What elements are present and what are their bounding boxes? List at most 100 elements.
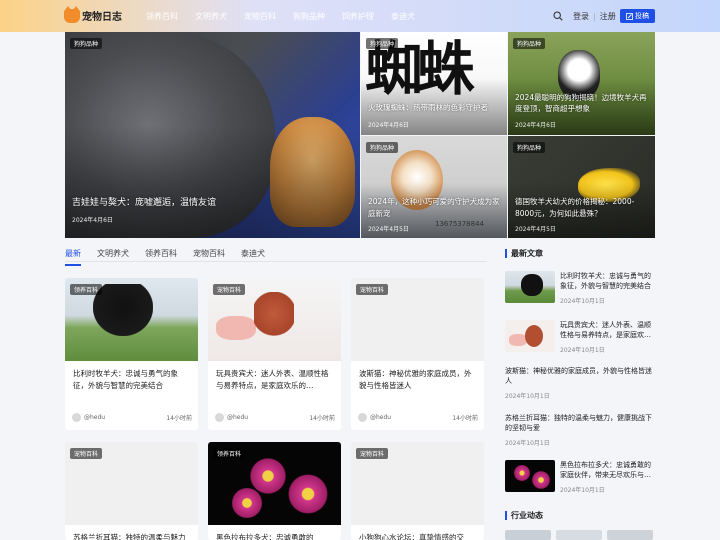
card-meta: @hedu 14小时前 <box>358 413 478 422</box>
sidebar-article-date: 2024年10月1日 <box>560 298 605 305</box>
hero-date: 2024年4月5日 <box>368 226 409 233</box>
industry-thumb[interactable] <box>607 530 653 540</box>
author-name[interactable]: @hedu <box>227 414 248 421</box>
flower-image <box>286 472 330 516</box>
cat-logo-icon <box>64 5 80 23</box>
category-badge[interactable]: 狗狗品种 <box>70 38 103 49</box>
site-logo[interactable]: 宠物日志 <box>64 5 122 23</box>
hero-title[interactable]: 吉娃娃与獒犬：庞嘘邂逅，温情友谊 <box>72 195 353 208</box>
card-image[interactable]: 领养百科 <box>65 278 198 361</box>
sidebar-article[interactable]: 苏格兰折耳猫：独特的温柔与魅力，健康挑战下的坚韧与爱 2024年10月1日 <box>505 413 655 447</box>
industry-thumb[interactable] <box>505 530 551 540</box>
author-name[interactable]: @hedu <box>370 414 391 421</box>
card-title[interactable]: 黑色拉布拉多犬：忠诚勇敢的 <box>216 532 334 540</box>
card-image[interactable]: 宠物百科 <box>351 278 484 361</box>
sidebar-thumb[interactable] <box>505 320 555 352</box>
card-image[interactable]: 领养百科 <box>208 442 341 525</box>
sidebar-article[interactable]: 波斯猫：神秘优雅的家庭成员，外貌与性格皆迷人 2024年10月1日 <box>505 366 655 400</box>
post-button[interactable]: 投稿 <box>620 9 655 23</box>
register-link[interactable]: 注册 <box>600 12 616 21</box>
avatar <box>72 413 81 422</box>
sidebar-thumb[interactable] <box>505 460 555 492</box>
tab-adopt[interactable]: 领养百科 <box>145 248 177 266</box>
site-header: 宠物日志 领养百科 文明养犬 宠物百科 狗狗品种 饲养护理 泰迪犬 登录 | 注册 … <box>0 0 720 32</box>
latest-articles-heading: 最新文章 <box>505 248 543 259</box>
hero-tile-spider[interactable]: 蜘蛛 狗狗品种 火玫瑰蜘蛛：热带雨林的色彩守护者 2024年4月6日 <box>361 32 507 135</box>
tab-divider <box>65 261 487 262</box>
sidebar-article[interactable]: 玩具贵宾犬：迷人外表、温顺性格与易养特点，是家庭欢… 2024年10月1日 <box>505 320 655 354</box>
sidebar-article[interactable]: 黑色拉布拉多犬：忠诚勇敢的家庭伙伴，带来无尽欢乐与… 2024年10月1日 <box>505 460 655 494</box>
nav-item-pet-wiki[interactable]: 宠物百科 <box>244 11 276 22</box>
nav-item-teddy[interactable]: 泰迪犬 <box>391 11 415 22</box>
category-badge[interactable]: 宠物百科 <box>70 448 103 459</box>
auth-separator: | <box>593 12 596 21</box>
nav-item-adopt[interactable]: 领养百科 <box>146 11 178 22</box>
search-icon[interactable] <box>553 11 563 21</box>
nav-item-breeds[interactable]: 狗狗品种 <box>293 11 325 22</box>
category-badge[interactable]: 宠物百科 <box>356 284 389 295</box>
article-card[interactable]: 领养百科 比利时牧羊犬：忠诚与勇气的象征，外貌与智慧的完美结合 @hedu 14小… <box>65 278 198 430</box>
category-badge[interactable]: 狗狗品种 <box>366 142 399 153</box>
tab-pet-wiki[interactable]: 宠物百科 <box>193 248 225 266</box>
author-name[interactable]: @hedu <box>84 414 105 421</box>
black-dog-image <box>521 274 543 296</box>
card-title[interactable]: 小狗狗心水论坛：真挚情感的交 <box>359 532 477 540</box>
login-link[interactable]: 登录 <box>573 12 589 21</box>
category-badge[interactable]: 宠物百科 <box>213 284 246 295</box>
hero-date: 2024年4月6日 <box>368 122 409 129</box>
tab-teddy[interactable]: 泰迪犬 <box>241 248 265 266</box>
card-title[interactable]: 波斯猫：神秘优雅的家庭成员，外貌与性格皆迷人 <box>359 368 477 392</box>
hero-title[interactable]: 火玫瑰蜘蛛：热带雨林的色彩守护者 <box>368 103 500 113</box>
article-card[interactable]: 领养百科 黑色拉布拉多犬：忠诚勇敢的 <box>208 442 341 540</box>
hero-date: 2024年4月6日 <box>515 122 556 129</box>
hero-title[interactable]: 德国牧羊犬幼犬的价格揭秘：2000-8000元，为何如此悬殊？ <box>515 196 648 220</box>
nav-item-civilized[interactable]: 文明养犬 <box>195 11 227 22</box>
sidebar-article-title[interactable]: 苏格兰折耳猫：独特的温柔与魅力，健康挑战下的坚韧与爱 <box>505 413 655 433</box>
article-card[interactable]: 宠物百科 玩具贵宾犬：迷人外表、温顺性格与易养特点，是家庭欢乐的… @hedu 1… <box>208 278 341 430</box>
article-card[interactable]: 宠物百科 苏格兰折耳猫：独特的温柔与魅力 <box>65 442 198 540</box>
edit-icon <box>626 12 633 20</box>
card-image[interactable]: 宠物百科 <box>65 442 198 525</box>
tab-civilized[interactable]: 文明养犬 <box>97 248 129 266</box>
sidebar-article[interactable]: 比利时牧羊犬：忠诚与勇气的象征，外貌与智慧的完美结合 2024年10月1日 <box>505 271 655 305</box>
flower-image <box>513 464 531 482</box>
sidebar-article-title[interactable]: 比利时牧羊犬：忠诚与勇气的象征，外貌与智慧的完美结合 <box>560 271 656 291</box>
card-title[interactable]: 玩具贵宾犬：迷人外表、温顺性格与易养特点，是家庭欢乐的… <box>216 368 334 392</box>
sidebar-article-date: 2024年10月1日 <box>560 487 605 494</box>
card-title[interactable]: 苏格兰折耳猫：独特的温柔与魅力 <box>73 532 191 540</box>
article-card[interactable]: 宠物百科 波斯猫：神秘优雅的家庭成员，外貌与性格皆迷人 @hedu 14小时前 <box>351 278 484 430</box>
flower-image <box>230 486 264 520</box>
category-badge[interactable]: 狗狗品种 <box>366 38 399 49</box>
hero-tile-border-collie[interactable]: 狗狗品种 2024最聪明的狗狗揭晓！边境牧羊犬再度登顶，智商超乎想象 2024年… <box>508 32 655 135</box>
category-badge[interactable]: 狗狗品种 <box>513 142 546 153</box>
category-badge[interactable]: 宠物百科 <box>356 448 389 459</box>
hero-tile-main[interactable]: 狗狗品种 吉娃娃与獒犬：庞嘘邂逅，温情友谊 2024年4月6日 <box>65 32 360 238</box>
sidebar-article-title[interactable]: 玩具贵宾犬：迷人外表、温顺性格与易养特点，是家庭欢… <box>560 320 656 340</box>
industry-news-heading: 行业动态 <box>505 510 543 521</box>
card-image[interactable]: 宠物百科 <box>208 278 341 361</box>
sidebar-thumb[interactable] <box>505 271 555 303</box>
industry-thumb[interactable] <box>556 530 602 540</box>
category-badge[interactable]: 领养百科 <box>213 448 246 459</box>
card-image[interactable]: 宠物百科 <box>351 442 484 525</box>
hero-title[interactable]: 2024最聪明的狗狗揭晓！边境牧羊犬再度登顶，智商超乎想象 <box>515 92 648 114</box>
post-time: 14小时前 <box>309 415 335 422</box>
sidebar-article-title[interactable]: 黑色拉布拉多犬：忠诚勇敢的家庭伙伴，带来无尽欢乐与… <box>560 460 656 480</box>
category-badge[interactable]: 领养百科 <box>70 284 103 295</box>
article-card[interactable]: 宠物百科 小狗狗心水论坛：真挚情感的交 <box>351 442 484 540</box>
poodle-image <box>525 325 543 347</box>
hero-tile-corgi[interactable]: 13675378844 狗狗品种 2024年，这种小巧可爱的守护犬成为家庭新宠 … <box>361 136 507 238</box>
tab-latest[interactable]: 最新 <box>65 248 81 266</box>
card-title[interactable]: 比利时牧羊犬：忠诚与勇气的象征，外貌与智慧的完美结合 <box>73 368 191 392</box>
hero-title[interactable]: 2024年，这种小巧可爱的守护犬成为家庭新宠 <box>368 196 500 220</box>
sidebar-article-title[interactable]: 波斯猫：神秘优雅的家庭成员，外貌与性格皆迷人 <box>505 366 655 386</box>
main-nav: 领养百科 文明养犬 宠物百科 狗狗品种 饲养护理 泰迪犬 <box>146 0 432 32</box>
post-time: 14小时前 <box>166 415 192 422</box>
nav-item-care[interactable]: 饲养护理 <box>342 11 374 22</box>
card-meta: @hedu 14小时前 <box>215 413 335 422</box>
sidebar-article-date: 2024年10月1日 <box>560 347 605 354</box>
avatar <box>215 413 224 422</box>
category-badge[interactable]: 狗狗品种 <box>513 38 546 49</box>
hero-tile-shepherd[interactable]: 狗狗品种 德国牧羊犬幼犬的价格揭秘：2000-8000元，为何如此悬殊？ 202… <box>508 136 655 238</box>
card-meta: @hedu 14小时前 <box>72 413 192 422</box>
